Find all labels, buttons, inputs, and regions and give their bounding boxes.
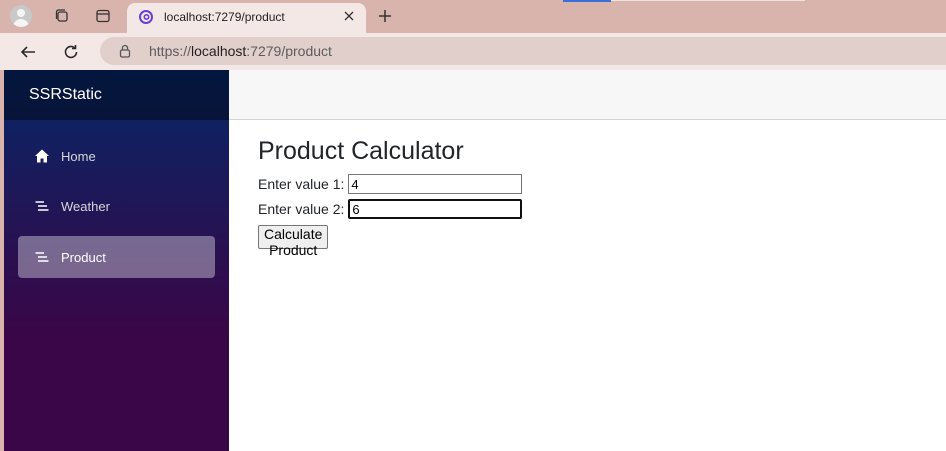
list-icon [33,248,51,266]
tab-strip-accent [563,0,611,2]
tab-actions-icon [96,9,110,23]
list-icon [33,197,51,215]
arrow-left-icon [20,46,35,58]
field-row-1: Enter value 1: [258,174,523,194]
new-tab-button[interactable] [371,3,399,29]
value2-input[interactable] [348,199,523,219]
plus-icon [379,10,391,22]
back-button[interactable] [15,39,41,65]
sidebar: SSRStatic Home Weather Product [4,70,229,451]
home-icon [33,147,51,165]
tab-title: localhost:7279/product [164,10,285,24]
value1-label: Enter value 1: [258,176,345,192]
nav-item-label: Weather [61,198,110,214]
nav-item-product[interactable]: Product [18,236,215,278]
reload-button[interactable] [58,39,84,65]
blazor-favicon-icon [139,10,153,24]
browser-tab-active[interactable]: localhost:7279/product [127,3,366,33]
tab-strip-divider [611,0,805,1]
close-icon [344,11,354,21]
url-path: :7279/product [246,43,332,59]
tab-close-button[interactable] [340,7,358,25]
nav-item-weather[interactable]: Weather [18,185,215,227]
profile-avatar-icon [10,5,32,27]
address-bar[interactable]: https://localhost:7279/product [100,37,946,65]
field-row-2: Enter value 2: [258,199,523,219]
nav-item-label: Home [61,148,96,164]
value1-input[interactable] [348,174,523,194]
brand-bar: SSRStatic [4,70,229,120]
workspaces-icon [55,9,68,22]
url-text[interactable]: https://localhost:7279/product [149,43,332,59]
browser-toolbar: https://localhost:7279/product [0,33,946,70]
page-viewport: SSRStatic Home Weather Product Product C… [4,70,946,451]
lock-icon[interactable] [117,43,133,59]
calculate-product-button[interactable]: Calculate Product [258,225,329,258]
profile-button[interactable] [7,3,35,29]
page-title: Product Calculator [258,137,464,165]
browser-tab-strip: localhost:7279/product [0,0,946,33]
url-host: localhost [191,43,247,59]
nav-item-label: Product [61,249,106,265]
value2-label: Enter value 2: [258,201,345,217]
nav-item-home[interactable]: Home [18,135,215,177]
workspaces-button[interactable] [48,3,76,29]
reload-icon [64,45,78,59]
url-scheme: https:// [149,43,192,59]
top-row [229,70,946,120]
vertical-tabs-button[interactable] [89,3,117,29]
brand-link[interactable]: SSRStatic [29,86,102,104]
